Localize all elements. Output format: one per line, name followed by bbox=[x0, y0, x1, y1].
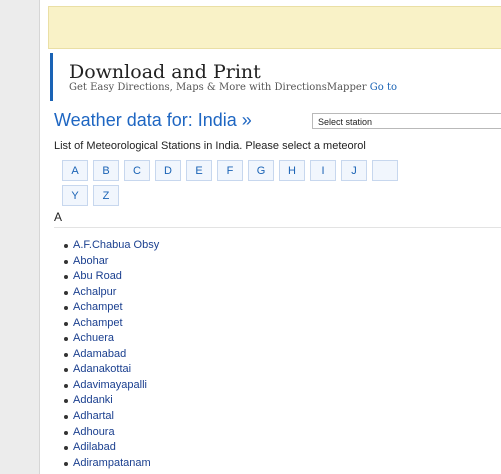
section-heading-a: A bbox=[54, 210, 63, 224]
station-link[interactable]: Achalpur bbox=[64, 285, 159, 301]
station-link[interactable]: Adirampatanam bbox=[64, 456, 159, 472]
ad-box[interactable]: Download and Print Get Easy Directions, … bbox=[50, 53, 501, 101]
section-divider bbox=[54, 227, 501, 228]
ad-go-link[interactable]: Go to bbox=[370, 82, 397, 93]
left-gutter bbox=[0, 0, 39, 474]
page: Download and Print Get Easy Directions, … bbox=[0, 0, 501, 474]
letter-button-z[interactable]: Z bbox=[93, 185, 119, 206]
letter-button-b[interactable]: B bbox=[93, 160, 119, 181]
letter-button-i[interactable]: I bbox=[310, 160, 336, 181]
letter-button-d[interactable]: D bbox=[155, 160, 181, 181]
station-link[interactable]: Adavimayapalli bbox=[64, 378, 159, 394]
letter-button-k[interactable] bbox=[372, 160, 398, 181]
station-list: A.F.Chabua Obsy Abohar Abu Road Achalpur… bbox=[64, 238, 159, 471]
station-link[interactable]: Addanki bbox=[64, 393, 159, 409]
list-intro: List of Meteorological Stations in India… bbox=[54, 140, 366, 152]
station-link[interactable]: Adamabad bbox=[64, 347, 159, 363]
letter-button-h[interactable]: H bbox=[279, 160, 305, 181]
station-link[interactable]: Adhartal bbox=[64, 409, 159, 425]
weather-header: Weather data for: India » Select station… bbox=[54, 110, 501, 136]
ad-subtitle-text: Get Easy Directions, Maps & More with Di… bbox=[69, 82, 367, 93]
letter-button-e[interactable]: E bbox=[186, 160, 212, 181]
station-link[interactable]: Achampet bbox=[64, 316, 159, 332]
station-link[interactable]: A.F.Chabua Obsy bbox=[64, 238, 159, 254]
weather-title: Weather data for: India » bbox=[54, 110, 252, 130]
station-link[interactable]: Abohar bbox=[64, 254, 159, 270]
letter-index: A B C D E F G H I J Y Z bbox=[54, 157, 501, 217]
station-link[interactable]: Adhoura bbox=[64, 425, 159, 441]
station-link[interactable]: Adilabad bbox=[64, 440, 159, 456]
station-link[interactable]: Abu Road bbox=[64, 269, 159, 285]
letter-button-c[interactable]: C bbox=[124, 160, 150, 181]
gutter-divider bbox=[39, 0, 40, 474]
ad-banner-top[interactable] bbox=[48, 6, 501, 49]
station-link[interactable]: Achuera bbox=[64, 331, 159, 347]
station-link[interactable]: Achampet bbox=[64, 300, 159, 316]
station-select-value: Select station bbox=[318, 117, 373, 127]
main-content: Download and Print Get Easy Directions, … bbox=[42, 0, 501, 474]
letter-button-f[interactable]: F bbox=[217, 160, 243, 181]
letter-button-j[interactable]: J bbox=[341, 160, 367, 181]
station-link[interactable]: Adanakottai bbox=[64, 362, 159, 378]
station-select[interactable]: Select station ▼ bbox=[312, 113, 501, 129]
ad-subtitle: Get Easy Directions, Maps & More with Di… bbox=[69, 82, 397, 93]
letter-button-g[interactable]: G bbox=[248, 160, 274, 181]
ad-title[interactable]: Download and Print bbox=[69, 61, 261, 83]
letter-button-a[interactable]: A bbox=[62, 160, 88, 181]
letter-button-y[interactable]: Y bbox=[62, 185, 88, 206]
